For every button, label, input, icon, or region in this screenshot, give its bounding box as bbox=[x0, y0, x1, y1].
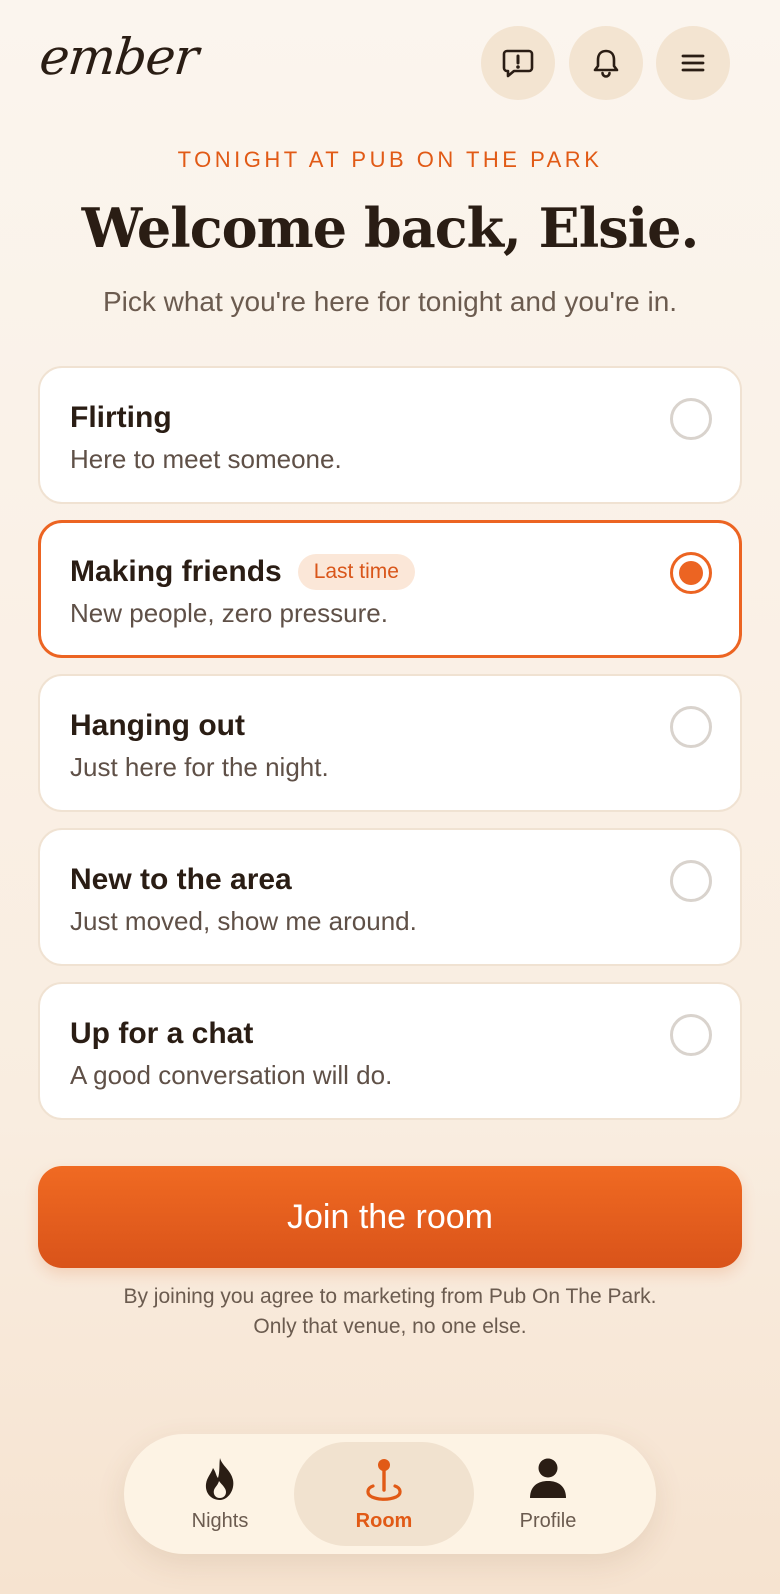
report-icon bbox=[502, 49, 534, 78]
disclaimer-line: By joining you agree to marketing from P… bbox=[123, 1285, 657, 1308]
option-title: New to the area bbox=[70, 863, 292, 896]
bell-icon bbox=[593, 49, 619, 78]
radio-button[interactable] bbox=[670, 398, 712, 440]
option-hanging-out[interactable]: Hanging out Just here for the night. bbox=[38, 674, 742, 812]
option-description: Just here for the night. bbox=[70, 752, 329, 782]
tab-profile[interactable]: Profile bbox=[458, 1442, 638, 1546]
venue-eyebrow: TONIGHT AT PUB ON THE PARK bbox=[177, 147, 603, 172]
pin-icon bbox=[366, 1459, 402, 1501]
option-title-row: Making friends Last time bbox=[70, 552, 710, 592]
flame-icon bbox=[205, 1458, 234, 1500]
app-logo[interactable]: ember bbox=[37, 28, 201, 86]
menu-icon bbox=[681, 54, 705, 72]
report-button[interactable] bbox=[481, 26, 555, 100]
marketing-disclaimer: By joining you agree to marketing from P… bbox=[0, 1282, 780, 1342]
page-subtitle: Pick what you're here for tonight and yo… bbox=[102, 286, 678, 317]
option-title: Making friends bbox=[70, 555, 282, 588]
bottom-tab-bar: Nights Room Profile bbox=[124, 1434, 656, 1554]
option-making-friends[interactable]: Making friends Last time New people, zer… bbox=[38, 520, 742, 658]
option-description: Just moved, show me around. bbox=[70, 906, 417, 936]
radio-button[interactable] bbox=[670, 1014, 712, 1056]
tab-nights[interactable]: Nights bbox=[130, 1442, 310, 1546]
option-description: New people, zero pressure. bbox=[70, 598, 388, 628]
tab-label: Nights bbox=[191, 1510, 249, 1532]
intent-options-list: Flirting Here to meet someone. Making fr… bbox=[38, 366, 742, 1136]
tab-label: Room bbox=[355, 1510, 413, 1532]
radio-button[interactable] bbox=[670, 860, 712, 902]
option-description: A good conversation will do. bbox=[70, 1060, 393, 1090]
option-flirting[interactable]: Flirting Here to meet someone. bbox=[38, 366, 742, 504]
notifications-button[interactable] bbox=[569, 26, 643, 100]
page-title: Welcome back, Elsie. bbox=[81, 196, 700, 260]
option-title: Flirting bbox=[70, 401, 172, 434]
app-header: ember bbox=[0, 0, 780, 125]
radio-button[interactable] bbox=[670, 706, 712, 748]
last-time-badge: Last time bbox=[297, 554, 415, 590]
disclaimer-line: Only that venue, no one else. bbox=[253, 1315, 527, 1338]
option-title: Up for a chat bbox=[70, 1017, 254, 1050]
option-title: Hanging out bbox=[70, 709, 245, 742]
join-room-button[interactable]: Join the room bbox=[38, 1166, 742, 1268]
menu-button[interactable] bbox=[656, 26, 730, 100]
person-icon bbox=[530, 1458, 566, 1498]
radio-button-selected[interactable] bbox=[670, 552, 712, 594]
tab-label: Profile bbox=[519, 1510, 577, 1532]
option-new-to-area[interactable]: New to the area Just moved, show me arou… bbox=[38, 828, 742, 966]
option-up-for-chat[interactable]: Up for a chat A good conversation will d… bbox=[38, 982, 742, 1120]
tab-room[interactable]: Room bbox=[294, 1442, 474, 1546]
option-description: Here to meet someone. bbox=[70, 444, 342, 474]
